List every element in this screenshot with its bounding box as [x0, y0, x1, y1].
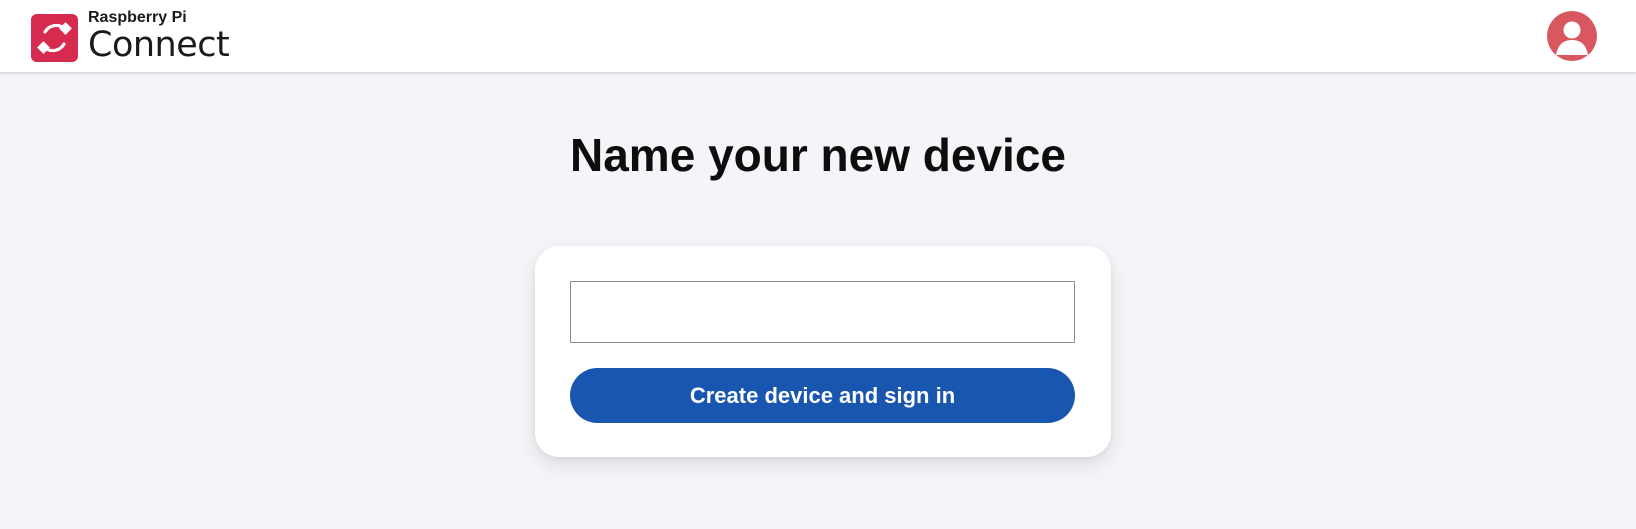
raspberry-pi-connect-logo[interactable]: Raspberry Pi Connect [31, 9, 230, 65]
device-name-card: Create device and sign in [535, 246, 1111, 457]
user-avatar-icon[interactable] [1547, 11, 1597, 61]
connect-logo-icon [31, 13, 78, 62]
user-avatar-graphic [1547, 11, 1597, 61]
device-name-input[interactable] [570, 281, 1075, 343]
brand-top-label: Raspberry Pi [88, 9, 187, 26]
logo-text: Raspberry Pi Connect [88, 9, 230, 65]
brand-bottom-label: Connect [88, 25, 230, 65]
create-device-button[interactable]: Create device and sign in [570, 368, 1075, 423]
top-bar: Raspberry Pi Connect [0, 0, 1636, 72]
page-title: Name your new device [570, 129, 1066, 181]
